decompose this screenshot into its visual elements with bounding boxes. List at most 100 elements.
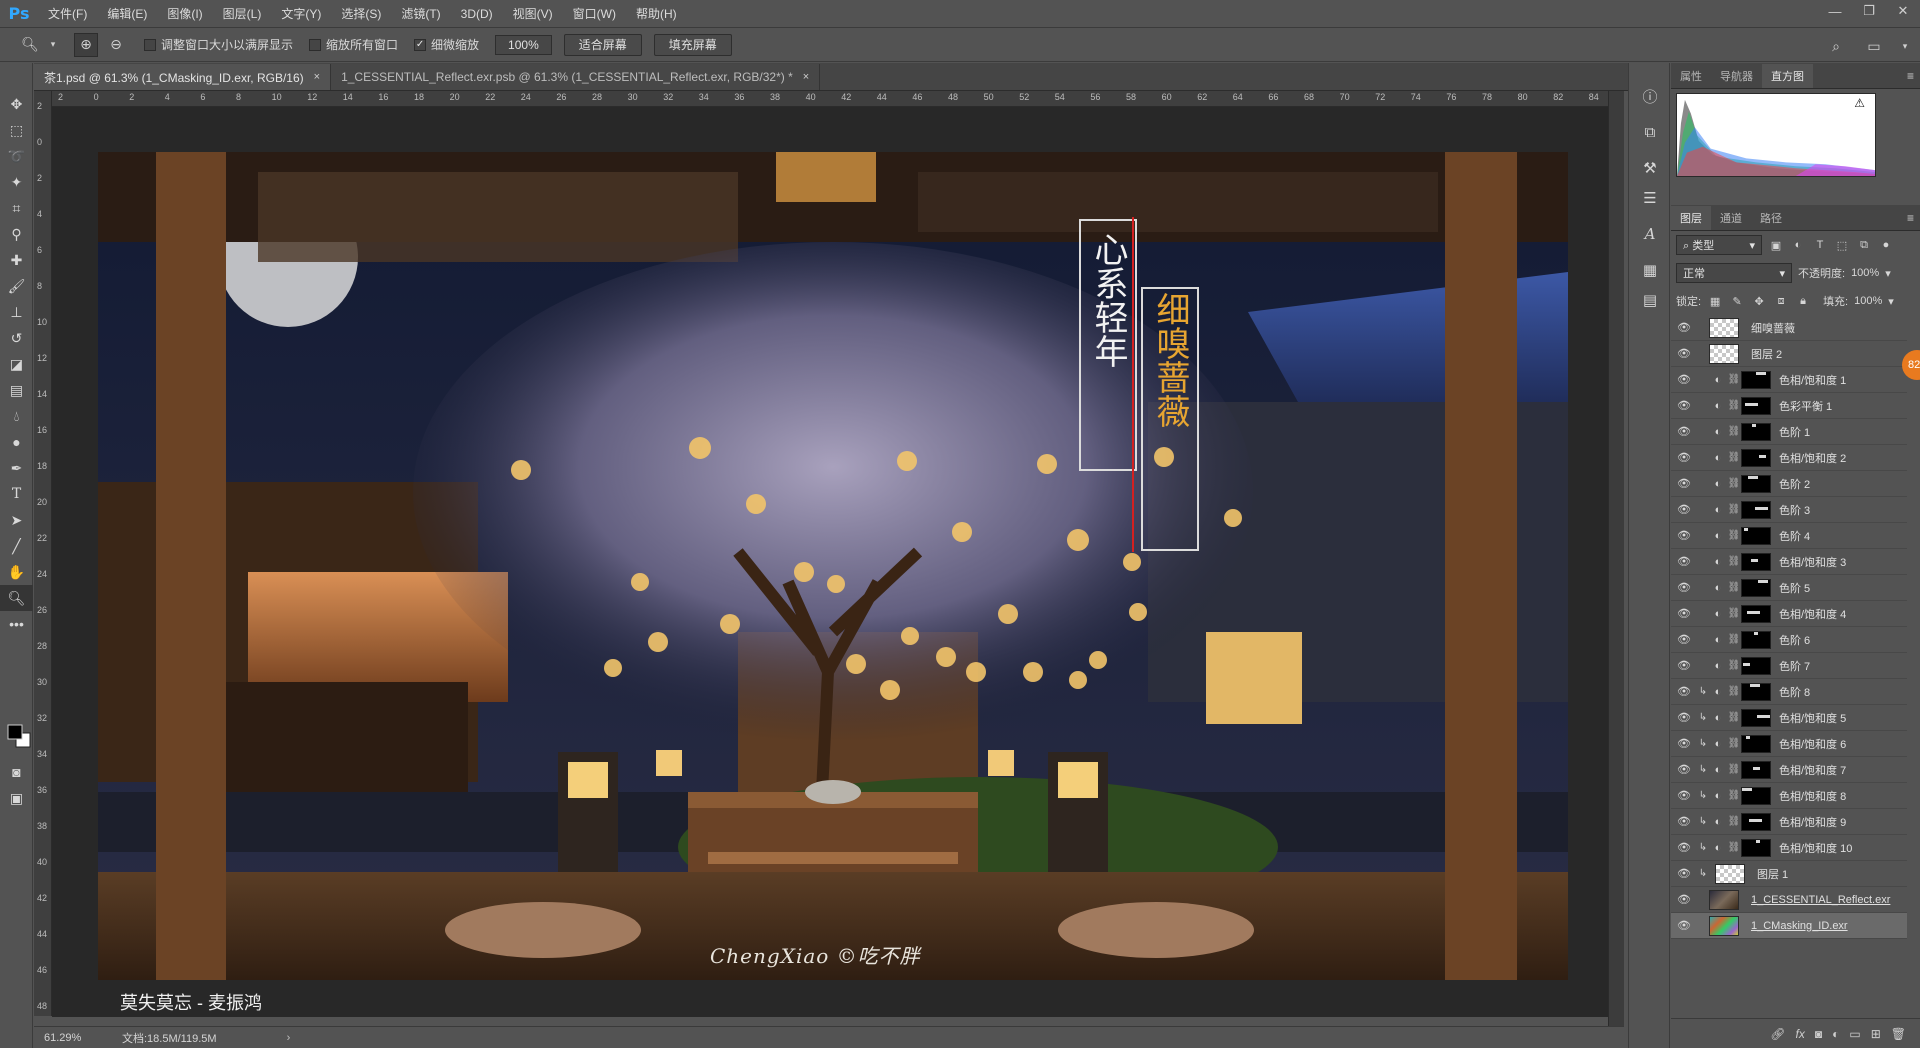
layer-row[interactable]: 👁︎ ↳ ◐ ⛓ 色相/饱和度 7 — [1671, 757, 1907, 783]
layer-mask-thumbnail[interactable] — [1741, 500, 1771, 519]
status-menu-arrow[interactable]: › — [287, 1032, 291, 1044]
layer-row[interactable]: 👁︎ ◐ ⛓ 色阶 4 — [1671, 523, 1907, 549]
adjustment-layer-icon[interactable]: ◐ — [1709, 426, 1727, 438]
layer-row[interactable]: 👁︎ ◐ ⛓ 色阶 3 — [1671, 497, 1907, 523]
layer-row[interactable]: 👁︎ ↳ ◐ ⛓ 色相/饱和度 6 — [1671, 731, 1907, 757]
layer-row[interactable]: 👁︎ 细嗅蔷薇 — [1671, 315, 1907, 341]
mask-link-icon[interactable]: ⛓ — [1727, 556, 1741, 567]
mask-link-icon[interactable]: ⛓ — [1727, 608, 1741, 619]
adjustment-layer-icon[interactable]: ◐ — [1709, 478, 1727, 490]
layer-mask-thumbnail[interactable] — [1741, 422, 1771, 441]
visibility-eye-icon[interactable]: 👁︎ — [1671, 893, 1697, 906]
layer-mask-thumbnail[interactable] — [1741, 630, 1771, 649]
blend-mode-select[interactable]: 正常 ▾ — [1676, 263, 1792, 283]
adjustment-layer-icon[interactable]: ◐ — [1709, 790, 1727, 802]
lock-pixels-icon[interactable]: ✎ — [1729, 293, 1745, 309]
visibility-eye-icon[interactable]: 👁︎ — [1671, 451, 1697, 464]
fill-chevron-icon[interactable]: ▾ — [1888, 295, 1894, 308]
filter-type-icon[interactable]: T — [1812, 237, 1828, 253]
layer-mask-thumbnail[interactable] — [1741, 552, 1771, 571]
visibility-eye-icon[interactable]: 👁︎ — [1671, 373, 1697, 386]
mask-link-icon[interactable]: ⛓ — [1727, 738, 1741, 749]
layer-row[interactable]: 👁︎ ↳ 图层 1 — [1671, 861, 1907, 887]
mask-link-icon[interactable]: ⛓ — [1727, 764, 1741, 775]
opacity-value[interactable]: 100% — [1851, 267, 1879, 279]
adjustment-layer-icon[interactable]: ◐ — [1709, 712, 1727, 724]
character-icon[interactable]: A — [1629, 219, 1671, 249]
more-tools-icon[interactable]: ••• — [0, 611, 33, 637]
filter-shape-icon[interactable]: ⬚ — [1834, 237, 1850, 253]
swatches-icon[interactable]: ▦ — [1629, 255, 1671, 285]
tab-histogram[interactable]: 直方图 — [1762, 64, 1813, 88]
layer-row[interactable]: 👁︎ ◐ ⛓ 色相/饱和度 2 — [1671, 445, 1907, 471]
visibility-eye-icon[interactable]: 👁︎ — [1671, 737, 1697, 750]
visibility-eye-icon[interactable]: 👁︎ — [1671, 763, 1697, 776]
visibility-eye-icon[interactable]: 👁︎ — [1671, 503, 1697, 516]
filter-pixel-icon[interactable]: ▣ — [1768, 237, 1784, 253]
mask-link-icon[interactable]: ⛓ — [1727, 634, 1741, 645]
layer-row[interactable]: 👁︎ ↳ ◐ ⛓ 色相/饱和度 10 — [1671, 835, 1907, 861]
visibility-eye-icon[interactable]: 👁︎ — [1671, 399, 1697, 412]
zoom-out-icon[interactable]: ⊖ — [104, 33, 128, 57]
close-icon[interactable]: × — [314, 71, 320, 83]
tab-layers[interactable]: 图层 — [1671, 206, 1711, 230]
layer-mask-thumbnail[interactable] — [1741, 812, 1771, 831]
mask-link-icon[interactable]: ⛓ — [1727, 504, 1741, 515]
layer-row[interactable]: 👁︎ ◐ ⛓ 色阶 7 — [1671, 653, 1907, 679]
adjustment-layer-icon[interactable]: ◐ — [1709, 738, 1727, 750]
zoom-tool-preset-icon[interactable]: 🔍︎ — [18, 33, 42, 57]
new-adjustment-icon[interactable]: ◐ — [1832, 1027, 1839, 1041]
history-icon[interactable]: ⧉ — [1629, 117, 1671, 147]
visibility-eye-icon[interactable]: 👁︎ — [1671, 633, 1697, 646]
visibility-eye-icon[interactable]: 👁︎ — [1671, 321, 1697, 334]
zoom-in-icon[interactable]: ⊕ — [74, 32, 98, 57]
mask-link-icon[interactable]: ⛓ — [1727, 686, 1741, 697]
fill-screen-button[interactable]: 填充屏幕 — [653, 33, 732, 56]
layer-mask-thumbnail[interactable] — [1741, 604, 1771, 623]
layer-row[interactable]: 👁︎ ◐ ⛓ 色阶 6 — [1671, 627, 1907, 653]
zoom-all-checkbox[interactable]: 缩放所有窗口 — [309, 36, 398, 53]
screen-mode-icon[interactable]: ▣ — [0, 785, 33, 811]
layer-mask-thumbnail[interactable] — [1741, 838, 1771, 857]
layer-row[interactable]: 👁︎ ↳ ◐ ⛓ 色相/饱和度 5 — [1671, 705, 1907, 731]
info-icon[interactable]: ⓘ — [1629, 81, 1671, 111]
layer-mask-thumbnail[interactable] — [1741, 578, 1771, 597]
adjustment-layer-icon[interactable]: ◐ — [1709, 556, 1727, 568]
layer-mask-thumbnail[interactable] — [1741, 474, 1771, 493]
adjustment-layer-icon[interactable]: ◐ — [1709, 608, 1727, 620]
status-zoom[interactable]: 61.29% — [34, 1032, 104, 1044]
hand-tool-icon[interactable]: ✋ — [0, 559, 33, 585]
adjustment-layer-icon[interactable]: ◐ — [1709, 764, 1727, 776]
zoom-value-field[interactable]: 100% — [495, 34, 552, 55]
menu-item-3[interactable]: 图层(L) — [213, 0, 272, 28]
eraser-tool-icon[interactable]: ◪ — [0, 351, 33, 377]
menu-item-9[interactable]: 窗口(W) — [563, 0, 626, 28]
brush-presets-icon[interactable]: ⚒ — [1629, 153, 1671, 183]
layer-row[interactable]: 👁︎ ◐ ⛓ 色彩平衡 1 — [1671, 393, 1907, 419]
new-layer-icon[interactable]: ⊞ — [1871, 1027, 1881, 1041]
gradient-tool-icon[interactable]: ▤ — [0, 377, 33, 403]
menu-item-6[interactable]: 滤镜(T) — [391, 0, 450, 28]
mask-link-icon[interactable]: ⛓ — [1727, 582, 1741, 593]
layer-mask-thumbnail[interactable] — [1741, 708, 1771, 727]
layer-mask-thumbnail[interactable] — [1741, 786, 1771, 805]
mask-link-icon[interactable]: ⛓ — [1727, 842, 1741, 853]
eyedropper-tool-icon[interactable]: ⚲ — [0, 221, 33, 247]
search-icon[interactable]: ⌕ — [1824, 34, 1848, 58]
layer-mask-thumbnail[interactable] — [1741, 396, 1771, 415]
dodge-tool-icon[interactable]: ● — [0, 429, 33, 455]
tab-properties[interactable]: 属性 — [1671, 64, 1711, 88]
visibility-eye-icon[interactable]: 👁︎ — [1671, 529, 1697, 542]
close-icon[interactable]: × — [803, 71, 809, 83]
visibility-eye-icon[interactable]: 👁︎ — [1671, 789, 1697, 802]
lock-all-icon[interactable]: 🔒︎ — [1795, 293, 1811, 309]
delete-layer-icon[interactable]: 🗑︎ — [1891, 1027, 1906, 1041]
visibility-eye-icon[interactable]: 👁︎ — [1671, 607, 1697, 620]
mask-link-icon[interactable]: ⛓ — [1727, 478, 1741, 489]
adjustment-layer-icon[interactable]: ◐ — [1709, 816, 1727, 828]
layers-panel-menu-icon[interactable]: ≡ — [1907, 211, 1914, 225]
filter-toggle-icon[interactable]: ● — [1878, 237, 1894, 253]
adjustment-layer-icon[interactable]: ◐ — [1709, 530, 1727, 542]
layer-mask-thumbnail[interactable] — [1741, 656, 1771, 675]
tab-paths[interactable]: 路径 — [1751, 206, 1791, 230]
